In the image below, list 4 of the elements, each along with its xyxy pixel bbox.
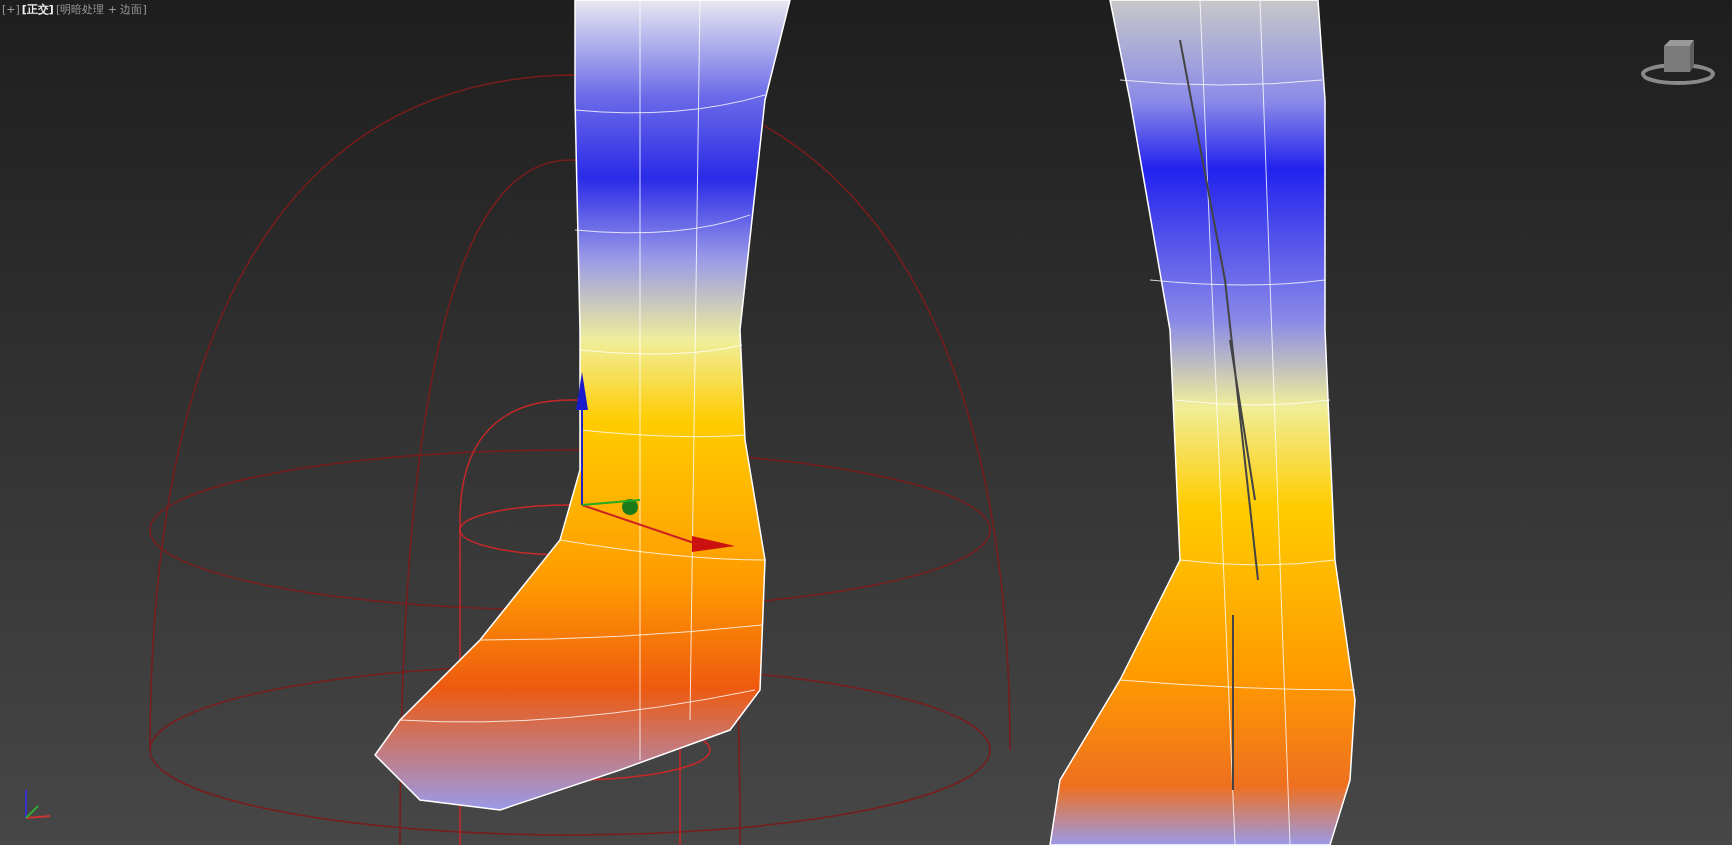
viewport-label[interactable]: [正交] [21, 2, 54, 19]
viewport-label[interactable]: [+] [2, 2, 20, 19]
viewport-label[interactable]: [明暗处理 + 边面] [55, 2, 147, 19]
transform-gizmo-icon [576, 372, 735, 552]
